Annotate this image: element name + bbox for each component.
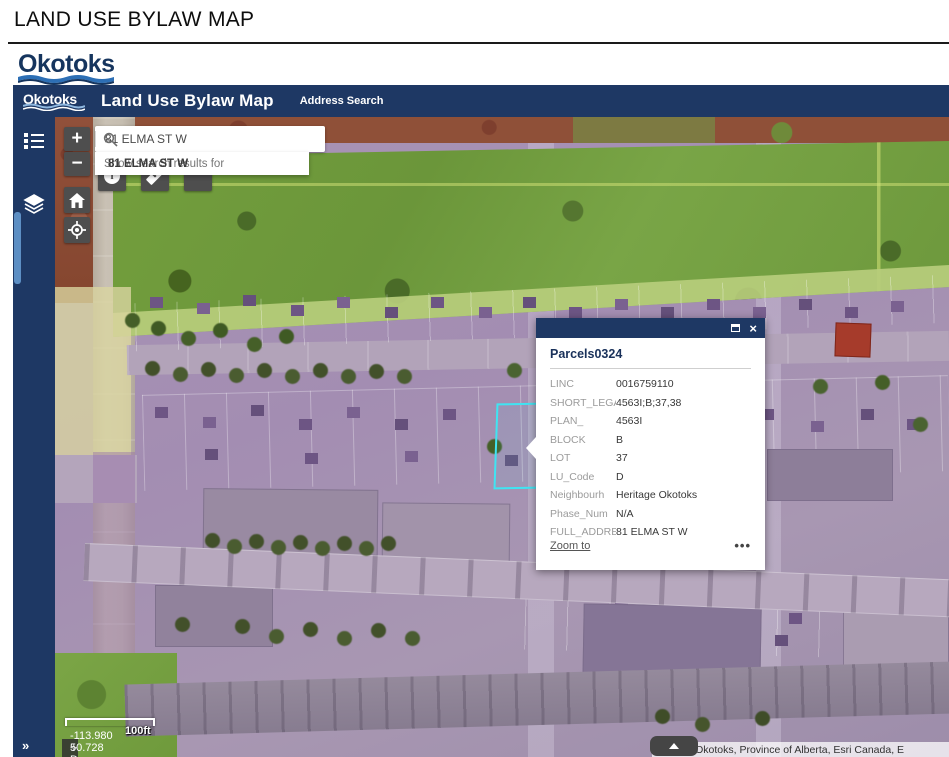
- attribute-value: N/A: [616, 508, 634, 520]
- attribute-row: BLOCK B: [550, 431, 751, 450]
- attribute-value: 0016759110: [616, 378, 674, 390]
- app-frame: Okotoks Land Use Bylaw Map Address Searc…: [13, 85, 949, 757]
- attribute-value: 37: [616, 452, 628, 464]
- app-title: Land Use Bylaw Map: [101, 91, 274, 111]
- zoom-in-button[interactable]: +: [64, 127, 90, 151]
- attribution-toggle[interactable]: [650, 736, 698, 756]
- popup-title: Parcels0324: [550, 347, 751, 361]
- attribute-label: LU_Code: [550, 471, 616, 483]
- attribute-label: LINC: [550, 378, 616, 390]
- attribute-row: PLAN_ 4563I: [550, 412, 751, 431]
- sidebar-scrollbar[interactable]: [14, 212, 21, 284]
- locate-button[interactable]: [64, 217, 90, 243]
- layers-icon[interactable]: [23, 193, 45, 215]
- expand-panel-button[interactable]: »: [22, 738, 27, 753]
- divider: [95, 131, 96, 147]
- commercial-building: [203, 488, 379, 556]
- legend-icon[interactable]: [23, 130, 45, 152]
- parcel-popup: × Parcels0324 LINC 0016759110 SHORT_LEGA…: [536, 318, 765, 570]
- attribute-label: Phase_Num: [550, 508, 616, 520]
- divider: [550, 368, 751, 369]
- maximize-icon[interactable]: [731, 324, 740, 332]
- home-button[interactable]: [64, 187, 90, 213]
- attribute-value: Heritage Okotoks: [616, 489, 697, 501]
- red-roof-house: [834, 322, 871, 357]
- popup-pointer: [526, 437, 536, 459]
- attribute-row: Phase_Num N/A: [550, 505, 751, 524]
- attribute-row: SHORT_LEGA 4563I;B;37,38: [550, 394, 751, 413]
- attribute-label: LOT: [550, 452, 616, 464]
- attribute-label: SHORT_LEGA: [550, 397, 616, 409]
- popup-header: ×: [536, 318, 765, 338]
- attribute-value: 4563I: [616, 415, 642, 427]
- page: LAND USE BYLAW MAP Okotoks Okotoks Land …: [0, 0, 949, 757]
- app-header: Okotoks Land Use Bylaw Map Address Searc…: [13, 85, 949, 117]
- divider: [8, 42, 949, 44]
- address-search-box: ×: [95, 126, 325, 152]
- okotoks-logo: Okotoks: [18, 50, 114, 87]
- suggestion-term: 81 ELMA ST W: [108, 158, 188, 170]
- caret-up-icon: [669, 743, 679, 749]
- attribute-value: B: [616, 434, 623, 446]
- zoom-to-link[interactable]: Zoom to: [550, 540, 590, 552]
- popup-body: Parcels0324 LINC 0016759110 SHORT_LEGA 4…: [536, 338, 765, 542]
- document-title: LAND USE BYLAW MAP: [14, 8, 254, 32]
- attribute-label: Neighbourh: [550, 489, 616, 501]
- coordinates-value: -113.980 50.728 Degrees: [70, 730, 113, 757]
- address-search-tab[interactable]: Address Search: [300, 95, 384, 107]
- sidebar: »: [13, 117, 55, 757]
- attribute-row: LOT 37: [550, 449, 751, 468]
- commercial-building: [767, 449, 893, 501]
- attribute-value: 81 ELMA ST W: [616, 526, 688, 538]
- attribute-row: LINC 0016759110: [550, 375, 751, 394]
- attribute-value: D: [616, 471, 624, 483]
- header-okotoks-logo[interactable]: Okotoks: [23, 91, 89, 111]
- attribute-label: FULL_ADDRE: [550, 526, 616, 538]
- attribute-label: BLOCK: [550, 434, 616, 446]
- attribute-row: FULL_ADDRE 81 ELMA ST W: [550, 523, 751, 542]
- search-suggestion-item[interactable]: Show search results for 81 ELMA ST W: [95, 152, 309, 175]
- scale-bar-label: 100ft: [125, 725, 151, 737]
- okotoks-logo-text: Okotoks: [18, 50, 114, 79]
- map-canvas[interactable]: + − i ×: [55, 117, 949, 757]
- landuse-yellow-zone: [55, 287, 131, 455]
- attribute-table: LINC 0016759110 SHORT_LEGA 4563I;B;37,38…: [550, 375, 751, 542]
- close-icon[interactable]: ×: [749, 322, 757, 335]
- coordinates-widget: ✛ -113.980 50.728 Degrees: [62, 739, 78, 757]
- zoom-out-button[interactable]: −: [64, 152, 90, 176]
- attribute-row: Neighbourh Heritage Okotoks: [550, 486, 751, 505]
- popup-footer: Zoom to •••: [550, 540, 751, 552]
- attribute-row: LU_Code D: [550, 468, 751, 487]
- commercial-building: [382, 502, 511, 563]
- attribute-label: PLAN_: [550, 415, 616, 427]
- commercial-building: [155, 585, 273, 647]
- attribute-value: 4563I;B;37,38: [616, 397, 681, 409]
